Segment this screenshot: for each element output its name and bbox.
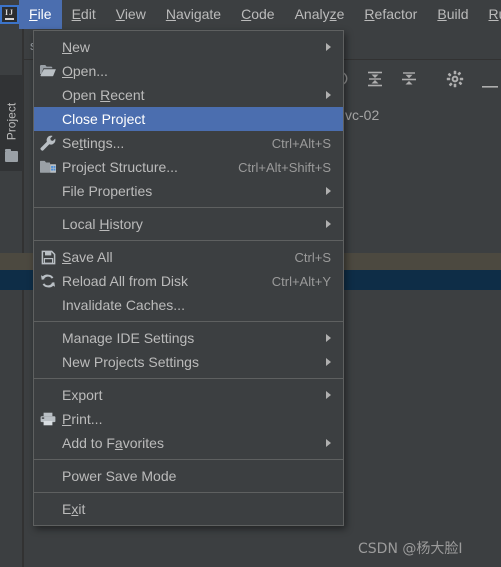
menu-item-label: Export <box>62 387 103 403</box>
menu-item-label: Save All <box>62 249 113 265</box>
menu-item-invalidate-caches[interactable]: Invalidate Caches... <box>34 293 343 317</box>
submenu-arrow-icon <box>326 91 331 99</box>
menu-item-label: New <box>62 39 91 55</box>
menu-separator <box>34 240 343 241</box>
menu-item-save-all[interactable]: Save All Ctrl+S <box>34 245 343 269</box>
menu-item-label: Power Save Mode <box>62 468 177 484</box>
menu-item-label: Manage IDE Settings <box>62 330 195 346</box>
logo-underline <box>5 18 14 20</box>
menu-item-label: Open Recent <box>62 87 145 103</box>
menu-item-exit[interactable]: Exit <box>34 497 343 521</box>
menu-item-print[interactable]: Print... <box>34 407 343 431</box>
submenu-arrow-icon <box>326 358 331 366</box>
menu-item-label: New Projects Settings <box>62 354 199 370</box>
submenu-arrow-icon <box>326 391 331 399</box>
save-icon <box>34 245 62 269</box>
menubar-item-view[interactable]: View <box>106 0 156 29</box>
folder-icon <box>5 149 18 162</box>
menu-item-local-history[interactable]: Local History <box>34 212 343 236</box>
open-folder-icon <box>34 59 62 83</box>
menu-item-icon-placeholder <box>34 431 62 455</box>
submenu-arrow-icon <box>326 439 331 447</box>
menu-item-shortcut: Ctrl+Alt+Y <box>271 273 331 289</box>
menu-item-icon-placeholder <box>34 83 62 107</box>
menu-item-new-projects-settings[interactable]: New Projects Settings <box>34 350 343 374</box>
menubar-item-build[interactable]: Build <box>427 0 478 29</box>
gear-icon[interactable] <box>446 70 464 93</box>
menu-separator <box>34 492 343 493</box>
submenu-arrow-icon <box>326 334 331 342</box>
menu-item-icon-placeholder <box>34 212 62 236</box>
project-tree-node-label: vc-02 <box>345 107 380 123</box>
menubar-item-code[interactable]: Code <box>231 0 284 29</box>
intellij-idea-window: Project sp <box>0 0 501 567</box>
menubar-item-navigate[interactable]: Navigate <box>156 0 231 29</box>
menu-item-open-recent[interactable]: Open Recent <box>34 83 343 107</box>
menu-item-settings[interactable]: Settings... Ctrl+Alt+S <box>34 131 343 155</box>
minimize-icon[interactable] <box>482 76 498 94</box>
menu-item-label: Add to Favorites <box>62 435 164 451</box>
menu-item-power-save-mode[interactable]: Power Save Mode <box>34 464 343 488</box>
menu-item-icon-placeholder <box>34 107 62 131</box>
menu-item-shortcut: Ctrl+Alt+Shift+S <box>238 159 331 175</box>
menu-item-label: Invalidate Caches... <box>62 297 185 313</box>
menu-item-icon-placeholder <box>34 326 62 350</box>
intellij-idea-logo-icon: IJ <box>0 0 19 29</box>
menubar-item-analyze[interactable]: Analyze <box>285 0 355 29</box>
menu-item-label: Print... <box>62 411 103 427</box>
menu-item-label: Project Structure... <box>62 159 178 175</box>
menubar-item-run[interactable]: Run <box>479 0 501 29</box>
menubar-item-refactor[interactable]: Refactor <box>354 0 427 29</box>
menu-item-label: File Properties <box>62 183 153 199</box>
menu-item-label: Settings... <box>62 135 125 151</box>
menu-item-label: Close Project <box>62 111 146 127</box>
menu-item-icon-placeholder <box>34 350 62 374</box>
project-tab-label: Project <box>4 102 19 141</box>
menu-separator <box>34 207 343 208</box>
menu-separator <box>34 378 343 379</box>
menu-item-icon-placeholder <box>34 383 62 407</box>
wrench-icon <box>34 131 62 155</box>
logo-text: IJ <box>4 8 15 17</box>
file-dropdown-menu[interactable]: New Open... Open Recent Close Project Settin… <box>33 30 344 526</box>
submenu-arrow-icon <box>326 187 331 195</box>
menu-item-file-properties[interactable]: File Properties <box>34 179 343 203</box>
menu-item-export[interactable]: Export <box>34 383 343 407</box>
menu-item-label: Exit <box>62 501 86 517</box>
menu-item-icon-placeholder <box>34 464 62 488</box>
menu-item-label: Open... <box>62 63 108 79</box>
reload-icon <box>34 269 62 293</box>
menu-item-label: Local History <box>62 216 143 232</box>
menu-item-new[interactable]: New <box>34 35 343 59</box>
menu-separator <box>34 459 343 460</box>
collapse-all-icon[interactable] <box>366 70 384 93</box>
menu-item-icon-placeholder <box>34 293 62 317</box>
menu-item-open[interactable]: Open... <box>34 59 343 83</box>
menu-item-label: Reload All from Disk <box>62 273 189 289</box>
submenu-arrow-icon <box>326 220 331 228</box>
menubar-item-edit[interactable]: Edit <box>62 0 106 29</box>
menu-item-close-project[interactable]: Close Project <box>34 107 343 131</box>
menu-separator <box>34 321 343 322</box>
menu-item-reload-all-from-disk[interactable]: Reload All from Disk Ctrl+Alt+Y <box>34 269 343 293</box>
expand-all-icon[interactable] <box>400 70 418 93</box>
menu-item-manage-ide-settings[interactable]: Manage IDE Settings <box>34 326 343 350</box>
printer-icon <box>34 407 62 431</box>
menu-item-add-to-favorites[interactable]: Add to Favorites <box>34 431 343 455</box>
menu-item-icon-placeholder <box>34 35 62 59</box>
watermark: CSDN @杨大脸I <box>358 541 463 557</box>
menu-bar: IJ File Edit View Navigate Code Analyze Refact… <box>0 0 501 29</box>
submenu-arrow-icon <box>326 43 331 51</box>
menu-item-shortcut: Ctrl+Alt+S <box>271 135 331 151</box>
menubar-item-file[interactable]: File <box>19 0 62 29</box>
module-icon <box>34 155 62 179</box>
menu-item-icon-placeholder <box>34 497 62 521</box>
menu-item-shortcut: Ctrl+S <box>294 249 331 265</box>
sidebar-item-project[interactable]: Project <box>0 75 23 171</box>
menu-item-icon-placeholder <box>34 179 62 203</box>
menu-item-project-structure[interactable]: Project Structure... Ctrl+Alt+Shift+S <box>34 155 343 179</box>
panel-divider <box>23 29 24 567</box>
